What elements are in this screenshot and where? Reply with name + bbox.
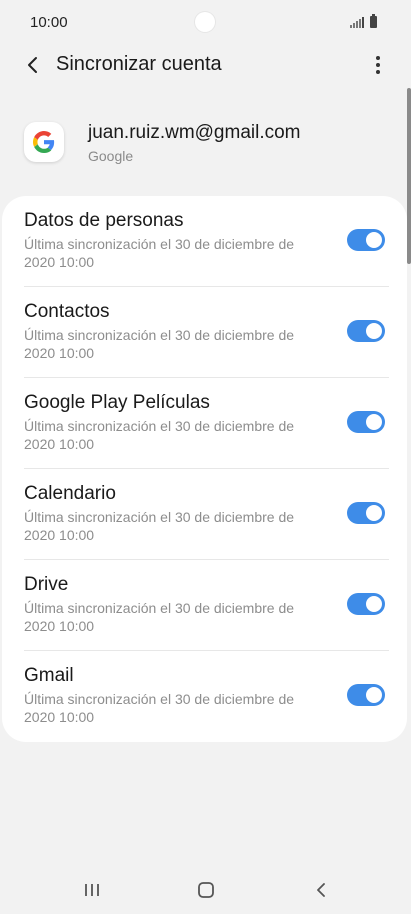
page-title: Sincronizar cuenta (56, 53, 222, 75)
home-icon (198, 882, 214, 898)
recents-icon (85, 884, 99, 896)
sync-item-subtitle: Última sincronización el 30 de diciembre… (24, 691, 295, 725)
battery-icon (370, 14, 377, 28)
sync-item-drive[interactable]: Drive Última sincronización el 30 de dic… (2, 560, 407, 651)
sync-item-label: Contactos (24, 301, 110, 322)
sync-item-contactos[interactable]: Contactos Última sincronización el 30 de… (2, 287, 407, 378)
chevron-left-icon (28, 57, 37, 73)
sync-toggle[interactable] (347, 502, 385, 524)
sync-list-card: Datos de personas Última sincronización … (2, 196, 407, 742)
sync-toggle[interactable] (347, 593, 385, 615)
account-provider: Google (88, 148, 134, 164)
sync-item-label: Gmail (24, 665, 74, 686)
more-options-button[interactable] (363, 50, 393, 80)
home-button[interactable] (190, 876, 222, 904)
sync-toggle[interactable] (347, 684, 385, 706)
sync-toggle[interactable] (347, 229, 385, 251)
status-icons (350, 14, 377, 28)
camera-cutout (195, 12, 215, 32)
recents-button[interactable] (76, 876, 108, 904)
sync-item-subtitle: Última sincronización el 30 de diciembre… (24, 600, 295, 634)
sync-item-label: Drive (24, 574, 69, 595)
account-header: juan.ruiz.wm@gmail.com Google (0, 118, 411, 168)
sync-item-datos-de-personas[interactable]: Datos de personas Última sincronización … (2, 196, 407, 287)
navigation-bar (0, 862, 411, 914)
signal-icon (350, 17, 364, 28)
more-vertical-icon (376, 56, 380, 60)
sync-toggle[interactable] (347, 411, 385, 433)
sync-item-google-play-peliculas[interactable]: Google Play Películas Última sincronizac… (2, 378, 407, 469)
app-bar: Sincronizar cuenta (0, 44, 411, 88)
sync-item-subtitle: Última sincronización el 30 de diciembre… (24, 418, 295, 452)
sync-item-label: Datos de personas (24, 210, 184, 231)
google-logo-icon (24, 122, 64, 162)
sync-item-subtitle: Última sincronización el 30 de diciembre… (24, 327, 295, 361)
back-icon (317, 883, 325, 897)
sync-item-label: Google Play Películas (24, 392, 210, 413)
sync-item-subtitle: Última sincronización el 30 de diciembre… (24, 236, 295, 270)
sync-item-gmail[interactable]: Gmail Última sincronización el 30 de dic… (2, 651, 407, 742)
back-button[interactable] (18, 50, 48, 80)
nav-back-button[interactable] (305, 876, 337, 904)
sync-item-subtitle: Última sincronización el 30 de diciembre… (24, 509, 295, 543)
sync-toggle[interactable] (347, 320, 385, 342)
scrollbar[interactable] (407, 88, 411, 264)
status-time: 10:00 (30, 14, 68, 31)
sync-item-calendario[interactable]: Calendario Última sincronización el 30 d… (2, 469, 407, 560)
account-email: juan.ruiz.wm@gmail.com (88, 122, 301, 143)
status-bar: 10:00 (0, 0, 411, 44)
sync-item-label: Calendario (24, 483, 116, 504)
